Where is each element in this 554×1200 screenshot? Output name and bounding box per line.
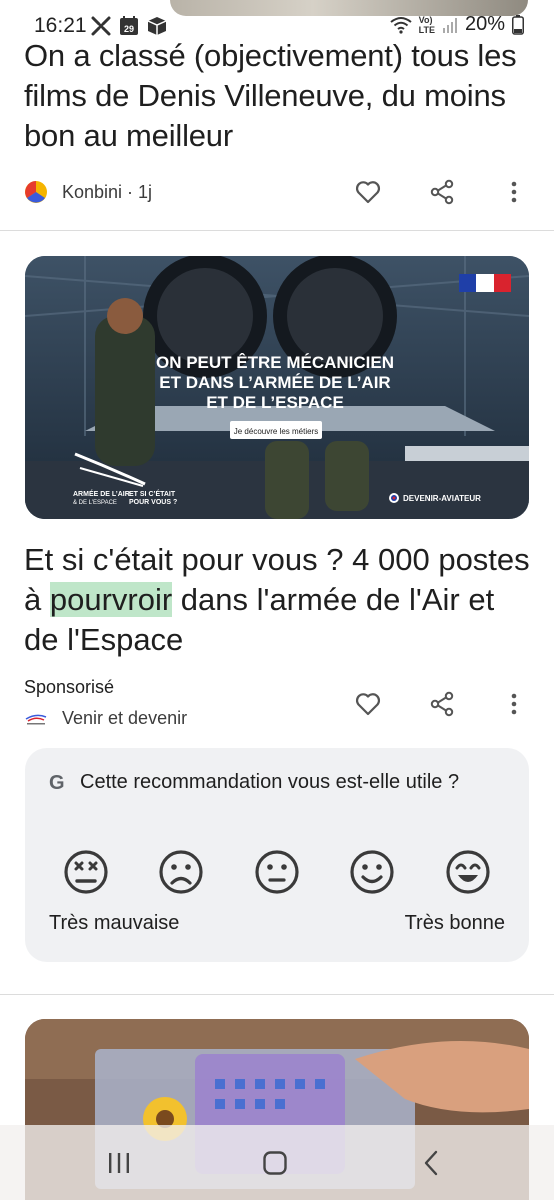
ad-banner-line2: ET DANS L’ARMÉE DE L’AIR [159,373,390,392]
share-icon [430,179,454,205]
wifi-icon [390,16,412,34]
good-face-icon[interactable] [348,848,396,896]
share-icon [430,691,454,717]
ad-banner-site: DEVENIR-AVIATEUR [403,494,481,503]
back-button[interactable] [415,1147,447,1179]
card-divider [0,994,554,995]
ad-share-button[interactable] [426,688,458,720]
ad-more-options-button[interactable] [498,688,530,720]
status-bar: 16:21 29 Vo) LTE 20% [0,0,554,40]
bad-face-icon[interactable] [157,848,205,896]
network-label-bottom: LTE [418,24,435,35]
advertiser-row: Venir et devenir [24,708,187,729]
grid-status-icon [91,16,111,36]
konbini-logo-icon [25,181,47,203]
feedback-question: Cette recommandation vous est-elle utile… [80,771,460,793]
google-icon: G [49,772,65,794]
status-time: 16:21 [34,14,87,37]
like-button[interactable] [352,176,384,208]
signal-icon [442,17,457,33]
ad-like-button[interactable] [352,688,384,720]
recents-icon [109,1153,129,1173]
home-button[interactable] [259,1147,291,1179]
more-vert-icon [511,181,517,203]
advertiser-name[interactable]: Venir et devenir [62,708,187,729]
package-icon [147,17,167,35]
heart-icon [355,181,381,204]
network-label-top: Vo) [418,14,433,25]
advertiser-logo-icon [25,714,47,724]
article-headline[interactable]: On a classé (objectivement) tous les fil… [24,36,524,156]
back-icon [424,1150,438,1176]
navigation-bar [0,1125,554,1200]
very-good-face-icon[interactable] [444,848,492,896]
calendar-day: 29 [124,24,134,34]
ad-headline-highlight: pourvroir [49,582,173,617]
battery-percent: 20% [464,13,505,35]
ad-banner-logo-line2: & DE L’ESPACE [73,500,117,506]
ad-banner-line3: ET DE L’ESPACE [206,393,344,412]
ad-banner-illustration: ON PEUT ÊTRE MÉCANICIEN ET DANS L’ARMÉE … [25,256,529,519]
battery-icon [512,14,524,35]
article-source[interactable]: Konbini · 1j [62,182,152,203]
ad-banner-cta: Je découvre les métiers [234,427,318,436]
network-type: Vo) LTE [419,15,435,35]
card-divider [0,230,554,231]
more-options-button[interactable] [498,176,530,208]
calendar-icon: 29 [120,16,138,35]
home-icon [263,1151,287,1175]
very-bad-face-icon[interactable] [62,848,110,896]
ad-banner-image[interactable]: ON PEUT ÊTRE MÉCANICIEN ET DANS L’ARMÉE … [25,256,529,519]
ad-banner-tagline-line2: POUR VOUS ? [129,499,177,506]
feedback-card: G Cette recommandation vous est-elle uti… [25,748,529,962]
share-button[interactable] [426,176,458,208]
recents-button[interactable] [103,1147,135,1179]
ad-banner-logo-line1: ARMÉE DE L’AIR [73,489,130,498]
neutral-face-icon[interactable] [253,848,301,896]
status-notification-icons: 29 [90,15,168,37]
more-vert-icon [511,693,517,715]
ad-banner-tagline-line1: ET SI C’ÉTAIT [129,489,176,498]
ad-headline[interactable]: Et si c'était pour vous ? 4 000 postes à… [24,540,530,660]
rating-label-low: Très mauvaise [49,912,180,934]
rating-label-high: Très bonne [404,912,505,934]
sponsored-label: Sponsorisé [24,677,115,697]
ad-banner-line1: ON PEUT ÊTRE MÉCANICIEN [156,353,394,372]
status-system-icons: Vo) LTE 20% [390,13,524,36]
heart-icon [355,693,381,716]
